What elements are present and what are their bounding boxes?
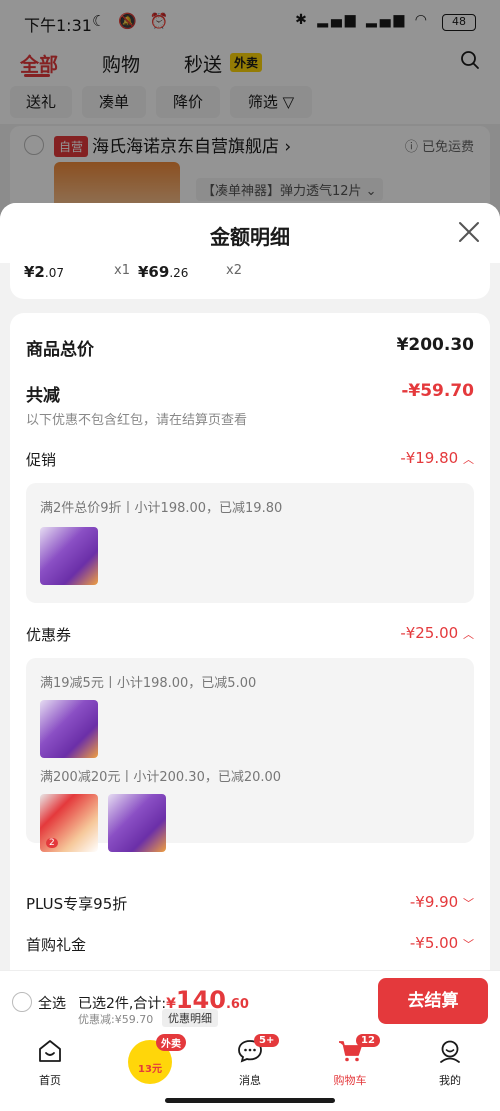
coupon-rule-text: 满19减5元丨小计198.00，已减5.00 bbox=[40, 676, 257, 691]
item-qty-2: x2 bbox=[226, 263, 242, 278]
reduce-label: 共减 bbox=[26, 386, 60, 406]
total-label: 商品总价 bbox=[26, 340, 94, 360]
amount-card: 商品总价 ¥200.30 共减 -¥59.70 以下优惠不包含红包，请在结算页查… bbox=[10, 313, 490, 970]
reduce-note: 以下优惠不包含红包，请在结算页查看 bbox=[26, 413, 248, 428]
product-image[interactable] bbox=[108, 794, 166, 852]
product-price-strip: ¥2.07 x1 ¥69.26 x2 bbox=[10, 261, 490, 299]
promo-rule-text: 满2件总价9折丨小计198.00，已减19.80 bbox=[40, 501, 283, 516]
coupon-rule-text: 满200减20元丨小计200.30，已减20.00 bbox=[40, 770, 282, 785]
coupon-label: 优惠券 bbox=[26, 626, 72, 644]
nav-label: 购物车 bbox=[333, 1074, 367, 1087]
amount-detail-sheet: 金额明细 ¥2.07 x1 ¥69.26 x2 商品总价 ¥200.30 共减 … bbox=[0, 203, 500, 970]
coupon-rule-box: 满19减5元丨小计198.00，已减5.00 满200减20元丨小计200.30… bbox=[26, 658, 474, 852]
discount-summary: 优惠减:¥59.70 bbox=[78, 1013, 154, 1026]
product-image[interactable]: 2 bbox=[40, 794, 98, 852]
chevron-up-icon: ︿ bbox=[463, 453, 474, 466]
nav-waimai-label: 13元 bbox=[138, 1064, 162, 1075]
promo-rule-box: 满2件总价9折丨小计198.00，已减19.80 bbox=[26, 483, 474, 603]
close-icon[interactable] bbox=[458, 221, 480, 243]
item-qty-1: x1 bbox=[114, 263, 130, 278]
discount-detail-button[interactable]: 优惠明细 bbox=[162, 1009, 218, 1027]
nav-profile[interactable]: 我的 bbox=[420, 1038, 480, 1088]
nav-label: 消息 bbox=[239, 1074, 261, 1087]
sheet-title: 金额明细 bbox=[210, 225, 290, 249]
chevron-down-icon: ﹀ bbox=[463, 897, 474, 910]
item-price-2: ¥69.26 bbox=[138, 263, 189, 281]
home-indicator bbox=[165, 1098, 335, 1103]
checkout-bar: 全选 已选2件,合计:¥140.60 优惠减:¥59.70 优惠明细 去结算 bbox=[0, 970, 500, 1030]
qty-badge: 2 bbox=[46, 838, 58, 848]
chevron-down-icon: ﹀ bbox=[463, 938, 474, 951]
home-icon bbox=[39, 1040, 61, 1062]
plus-label: PLUS专享95折 bbox=[26, 895, 128, 913]
chevron-up-icon: ︿ bbox=[463, 628, 474, 641]
promo-label: 促销 bbox=[26, 451, 57, 469]
reduce-value: -¥59.70 bbox=[401, 381, 474, 401]
item-price-1: ¥2.07 bbox=[24, 263, 64, 281]
product-image[interactable] bbox=[40, 527, 98, 585]
promo-value[interactable]: -¥19.80 ︿ bbox=[400, 449, 474, 467]
select-all-checkbox[interactable] bbox=[12, 992, 32, 1012]
message-badge: 5+ bbox=[254, 1034, 280, 1047]
waimai-badge: 外卖 bbox=[156, 1034, 186, 1051]
product-image[interactable] bbox=[40, 700, 98, 758]
select-all-label[interactable]: 全选 bbox=[38, 993, 66, 1013]
coupon-value[interactable]: -¥25.00 ︿ bbox=[400, 624, 474, 642]
plus-value[interactable]: -¥9.90 ﹀ bbox=[410, 893, 474, 911]
first-gift-label: 首购礼金 bbox=[26, 936, 87, 954]
nav-label: 我的 bbox=[439, 1074, 461, 1087]
nav-home[interactable]: 首页 bbox=[20, 1038, 80, 1088]
checkout-button[interactable]: 去结算 bbox=[378, 978, 488, 1024]
nav-label: 首页 bbox=[39, 1074, 61, 1087]
total-value: ¥200.30 bbox=[396, 335, 474, 355]
first-gift-value[interactable]: -¥5.00 ﹀ bbox=[410, 934, 474, 952]
cart-badge: 12 bbox=[356, 1034, 380, 1047]
profile-icon bbox=[440, 1040, 460, 1063]
